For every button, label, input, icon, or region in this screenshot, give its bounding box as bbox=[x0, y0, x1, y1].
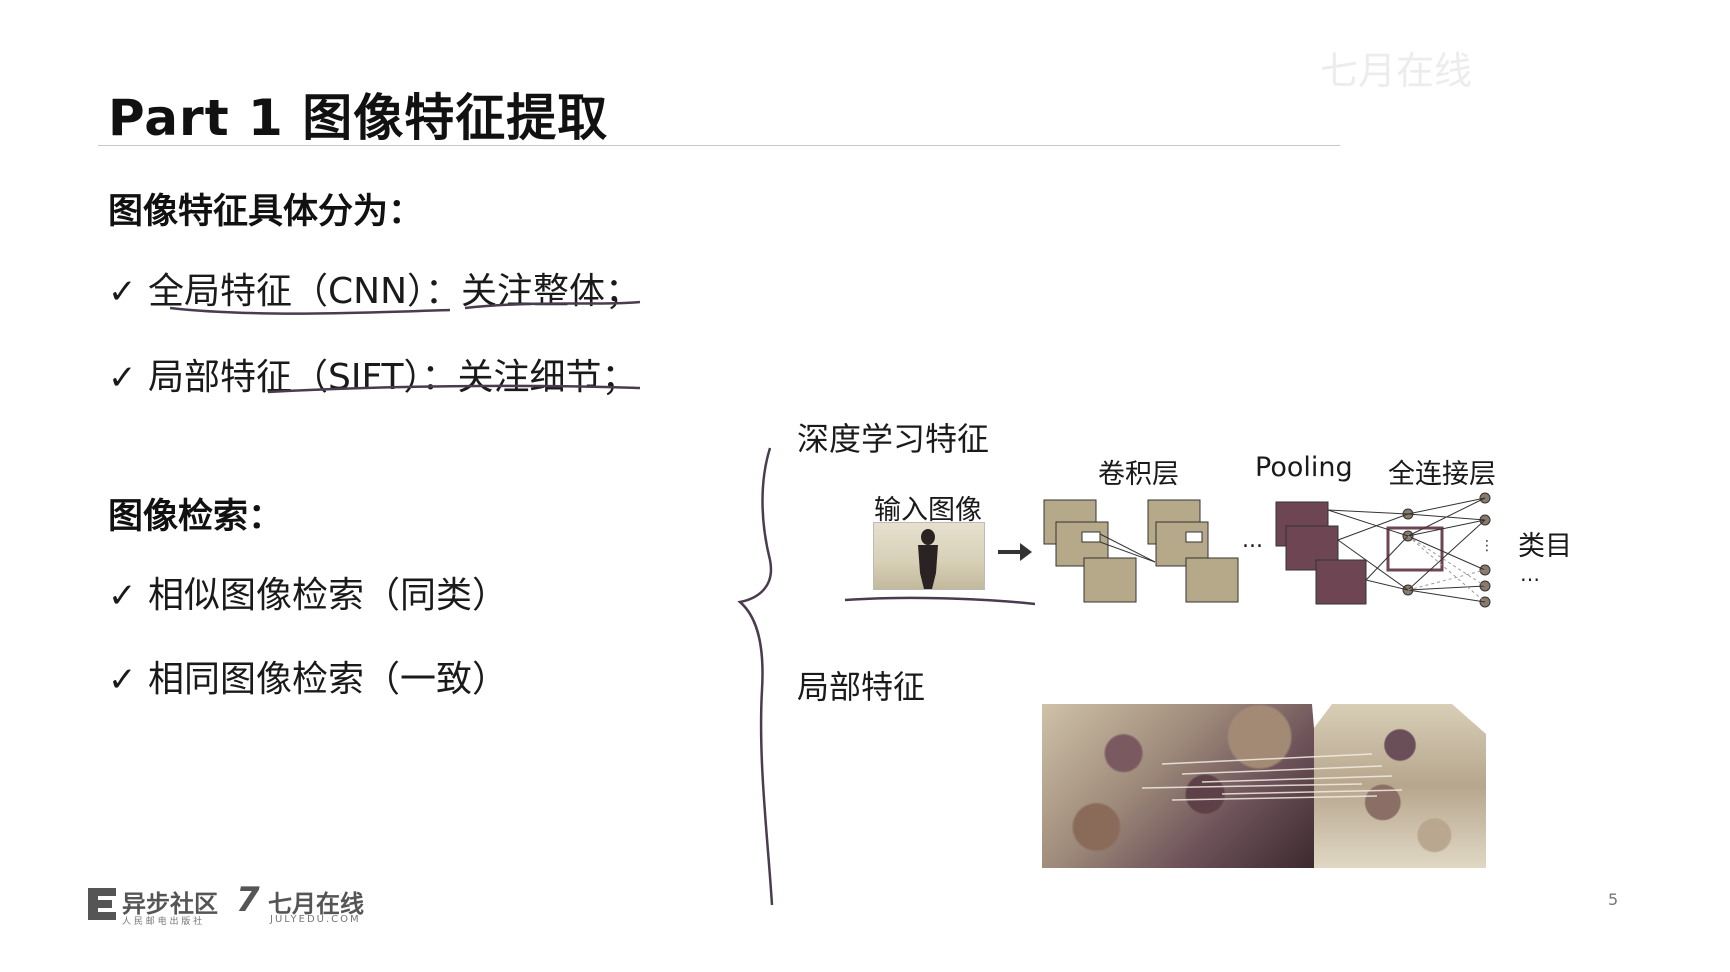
person-silhouette-icon bbox=[918, 529, 938, 589]
conv-map bbox=[1083, 557, 1137, 603]
underline-focus-whole bbox=[464, 300, 641, 310]
conv-layer-label: 卷积层 bbox=[1098, 459, 1179, 490]
pooling-label: Pooling bbox=[1255, 452, 1353, 483]
class-ellipsis: … bbox=[1520, 562, 1540, 586]
conv-map bbox=[1185, 557, 1239, 603]
cnn-diagram: ⋮ bbox=[998, 492, 1494, 608]
logo-epubit bbox=[86, 884, 120, 928]
logo-julyedu-subtext: JULYEDU.COM bbox=[270, 914, 361, 925]
right-arrow-icon bbox=[998, 543, 1032, 561]
underline-global bbox=[169, 306, 451, 315]
local-feature-heading: 局部特征 bbox=[797, 668, 926, 706]
feature-match-lines bbox=[1141, 704, 1486, 801]
logo-epubit-subtext: 人 民 邮 电 出 版 社 bbox=[122, 917, 203, 927]
pool-map bbox=[1315, 559, 1367, 605]
conv-window bbox=[1081, 531, 1101, 543]
node-ellipsis: ⋮ bbox=[1480, 538, 1494, 554]
deep-feature-heading: 深度学习特征 bbox=[797, 420, 990, 458]
input-image bbox=[873, 522, 985, 590]
epubit-logo-icon bbox=[88, 888, 116, 920]
class-label: 类目 bbox=[1518, 531, 1572, 562]
fc-layer-label: 全连接层 bbox=[1388, 459, 1496, 490]
curly-brace-icon bbox=[737, 447, 774, 906]
logo-julyedu-mark: 7 bbox=[236, 880, 260, 920]
conv-window bbox=[1185, 531, 1203, 543]
underline-local bbox=[267, 384, 641, 394]
page-number: 5 bbox=[1608, 890, 1619, 909]
